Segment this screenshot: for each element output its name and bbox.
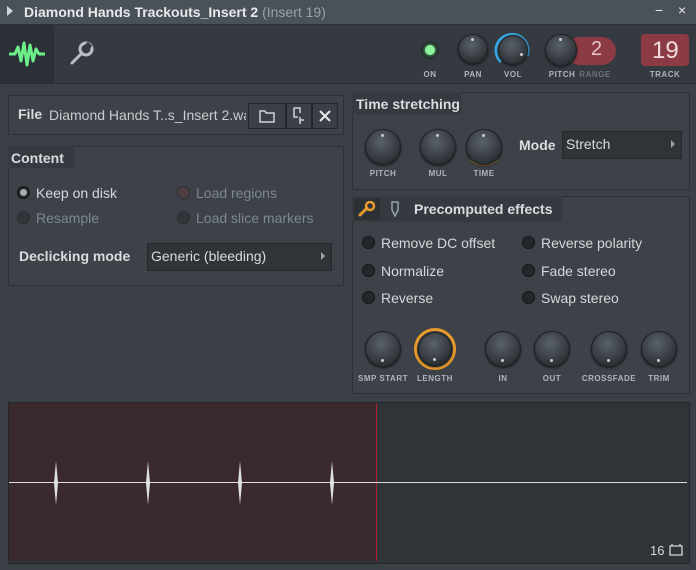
swap-stereo-label: Swap stereo [541, 290, 619, 306]
reverse-label: Reverse [381, 290, 434, 306]
pitch-knob[interactable] [545, 34, 577, 66]
minimize-button[interactable]: − [655, 2, 663, 18]
wrench-icon [358, 201, 376, 217]
declicking-label: Declicking mode [19, 248, 131, 264]
keep-on-disk-label: Keep on disk [36, 185, 117, 201]
mode-select[interactable]: Stretch [562, 131, 682, 159]
on-toggle[interactable] [421, 41, 439, 59]
waveform-icon [9, 41, 45, 67]
file-name: Diamond Hands T..s_Insert 2.wav [49, 107, 246, 123]
time-stretching-header: Time stretching [356, 96, 460, 112]
trim-knob[interactable] [641, 331, 677, 367]
trim-label: TRIM [648, 374, 670, 383]
resample-radio[interactable] [17, 211, 30, 224]
close-icon [319, 110, 331, 122]
declicking-select[interactable]: Generic (bleeding) [147, 243, 332, 271]
stretch-pitch-knob[interactable] [365, 129, 401, 165]
waveform-transients [54, 461, 334, 505]
precomputed-header: Precomputed effects [414, 201, 553, 217]
remove-dc-offset-radio[interactable] [362, 236, 375, 249]
sample-tab[interactable] [0, 25, 54, 83]
zoom-fit-icon[interactable] [669, 543, 683, 556]
wrench-icon [70, 41, 94, 65]
pitch-label: PITCH [548, 70, 576, 79]
pan-label: PAN [464, 70, 482, 79]
mul-knob[interactable] [420, 129, 456, 165]
out-knob[interactable] [534, 331, 570, 367]
load-regions-radio[interactable] [177, 186, 190, 199]
locate-file-icon [293, 107, 304, 124]
on-label: ON [423, 70, 437, 79]
track-label: TRACK [649, 70, 681, 79]
pan-knob[interactable] [458, 34, 488, 64]
window-title: Diamond Hands Trackouts_Insert 2 (Insert… [24, 4, 326, 20]
remove-file-button[interactable] [312, 103, 338, 129]
reverse-polarity-radio[interactable] [522, 236, 535, 249]
range-value: 2 [591, 38, 603, 60]
crossfade-label: CROSSFADE [581, 374, 637, 383]
remove-dc-offset-label: Remove DC offset [381, 235, 496, 251]
load-slice-markers-radio[interactable] [177, 211, 190, 224]
swap-stereo-radio[interactable] [522, 291, 535, 304]
time-knob[interactable] [466, 129, 502, 165]
load-slice-markers-label: Load slice markers [196, 210, 314, 226]
length-label: LENGTH [417, 374, 453, 383]
file-label: File [18, 106, 43, 122]
resample-label: Resample [36, 210, 100, 226]
settings-tab[interactable] [56, 25, 106, 83]
chevron-right-icon [321, 252, 325, 260]
mode-label: Mode [519, 137, 556, 153]
keep-on-disk-radio[interactable] [17, 186, 30, 199]
locate-button[interactable] [286, 103, 312, 129]
normalize-label: Normalize [381, 263, 445, 279]
normalize-radio[interactable] [362, 264, 375, 277]
length-knob[interactable] [418, 332, 452, 366]
reverse-polarity-label: Reverse polarity [541, 235, 643, 251]
track-value: 19 [652, 37, 679, 64]
fade-stereo-label: Fade stereo [541, 263, 616, 279]
mul-label: MUL [428, 169, 448, 178]
reverse-radio[interactable] [362, 291, 375, 304]
content-header: Content [11, 150, 64, 166]
mode-value: Stretch [566, 136, 611, 152]
out-label: OUT [542, 374, 562, 383]
volume-knob[interactable] [498, 35, 528, 65]
precomputed-settings-button[interactable] [354, 198, 380, 220]
zoom-value: 16 [650, 543, 665, 558]
folder-icon [259, 110, 275, 123]
in-knob[interactable] [485, 331, 521, 367]
smp-start-label: SMP START [358, 374, 408, 383]
plugin-icon[interactable] [389, 200, 401, 218]
on-led-icon [425, 45, 435, 55]
stretch-pitch-label: PITCH [369, 169, 397, 178]
collapse-arrow-icon[interactable] [7, 6, 13, 16]
browse-button[interactable] [248, 103, 286, 129]
load-regions-label: Load regions [196, 185, 277, 201]
time-label: TIME [473, 169, 495, 178]
range-label: RANGE [579, 70, 611, 79]
volume-label: VOL [504, 70, 522, 79]
in-label: IN [498, 374, 508, 383]
close-button[interactable]: × [678, 2, 686, 18]
track-display[interactable]: 19 [641, 34, 689, 66]
smp-start-knob[interactable] [365, 331, 401, 367]
crossfade-knob[interactable] [591, 331, 627, 367]
declicking-value: Generic (bleeding) [151, 248, 267, 264]
chevron-right-icon [671, 140, 675, 148]
fade-stereo-radio[interactable] [522, 264, 535, 277]
